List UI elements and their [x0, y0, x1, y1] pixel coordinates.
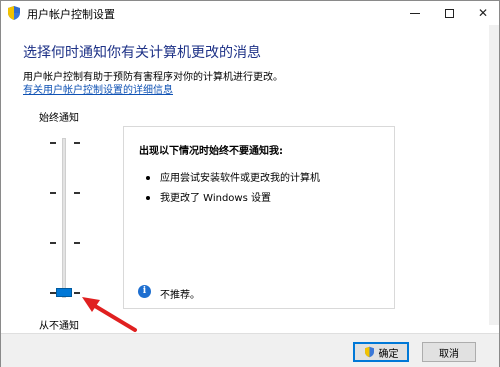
list-item: 应用尝试安装软件或更改我的计算机	[146, 169, 320, 184]
bullet-text: 我更改了 Windows 设置	[160, 193, 271, 204]
minimize-button[interactable]	[398, 1, 432, 25]
info-panel: 出现以下情况时始终不要通知我: 应用尝试安装软件或更改我的计算机 我更改了 Wi…	[123, 126, 395, 309]
ok-button[interactable]: 确定	[353, 342, 409, 362]
uac-shield-icon	[8, 6, 20, 20]
vertical-scrollbar[interactable]	[489, 25, 499, 325]
info-icon: i	[138, 285, 151, 298]
page-heading: 选择何时通知你有关计算机更改的消息	[23, 45, 261, 61]
window-title: 用户帐户控制设置	[27, 8, 115, 21]
slider-tick	[74, 292, 80, 294]
slider-track[interactable]	[62, 138, 66, 298]
bullet-text: 应用尝试安装软件或更改我的计算机	[160, 173, 320, 184]
slider-tick	[50, 192, 56, 194]
button-bar: 确定 取消	[1, 333, 499, 367]
slider-top-label: 始终通知	[39, 113, 79, 124]
slider-tick	[74, 242, 80, 244]
minimize-icon	[410, 12, 420, 14]
panel-title: 出现以下情况时始终不要通知我:	[139, 146, 283, 157]
cancel-button[interactable]: 取消	[422, 342, 476, 362]
slider-thumb[interactable]	[56, 288, 72, 297]
slider-tick	[50, 142, 56, 144]
ok-button-label: 确定	[378, 348, 399, 360]
close-icon: ✕	[477, 6, 489, 20]
title-bar: 用户帐户控制设置 ✕	[1, 1, 499, 25]
uac-shield-icon	[364, 346, 374, 358]
cancel-button-label: 取消	[439, 348, 459, 360]
slider-tick	[74, 142, 80, 144]
maximize-button[interactable]	[432, 1, 466, 25]
recommendation-note: 不推荐。	[160, 290, 200, 301]
slider-tick	[74, 192, 80, 194]
bullet-dot-icon	[146, 176, 150, 180]
uac-settings-window: 用户帐户控制设置 ✕ 选择何时通知你有关计算机更改的消息 用户帐户控制有助于预防…	[0, 0, 500, 367]
details-link[interactable]: 有关用户帐户控制设置的详细信息	[23, 81, 173, 96]
bullet-dot-icon	[146, 196, 150, 200]
maximize-icon	[444, 8, 454, 18]
slider-bottom-label: 从不通知	[39, 321, 79, 332]
list-item: 我更改了 Windows 设置	[146, 189, 271, 204]
close-button[interactable]: ✕	[466, 1, 500, 25]
slider-tick	[50, 242, 56, 244]
